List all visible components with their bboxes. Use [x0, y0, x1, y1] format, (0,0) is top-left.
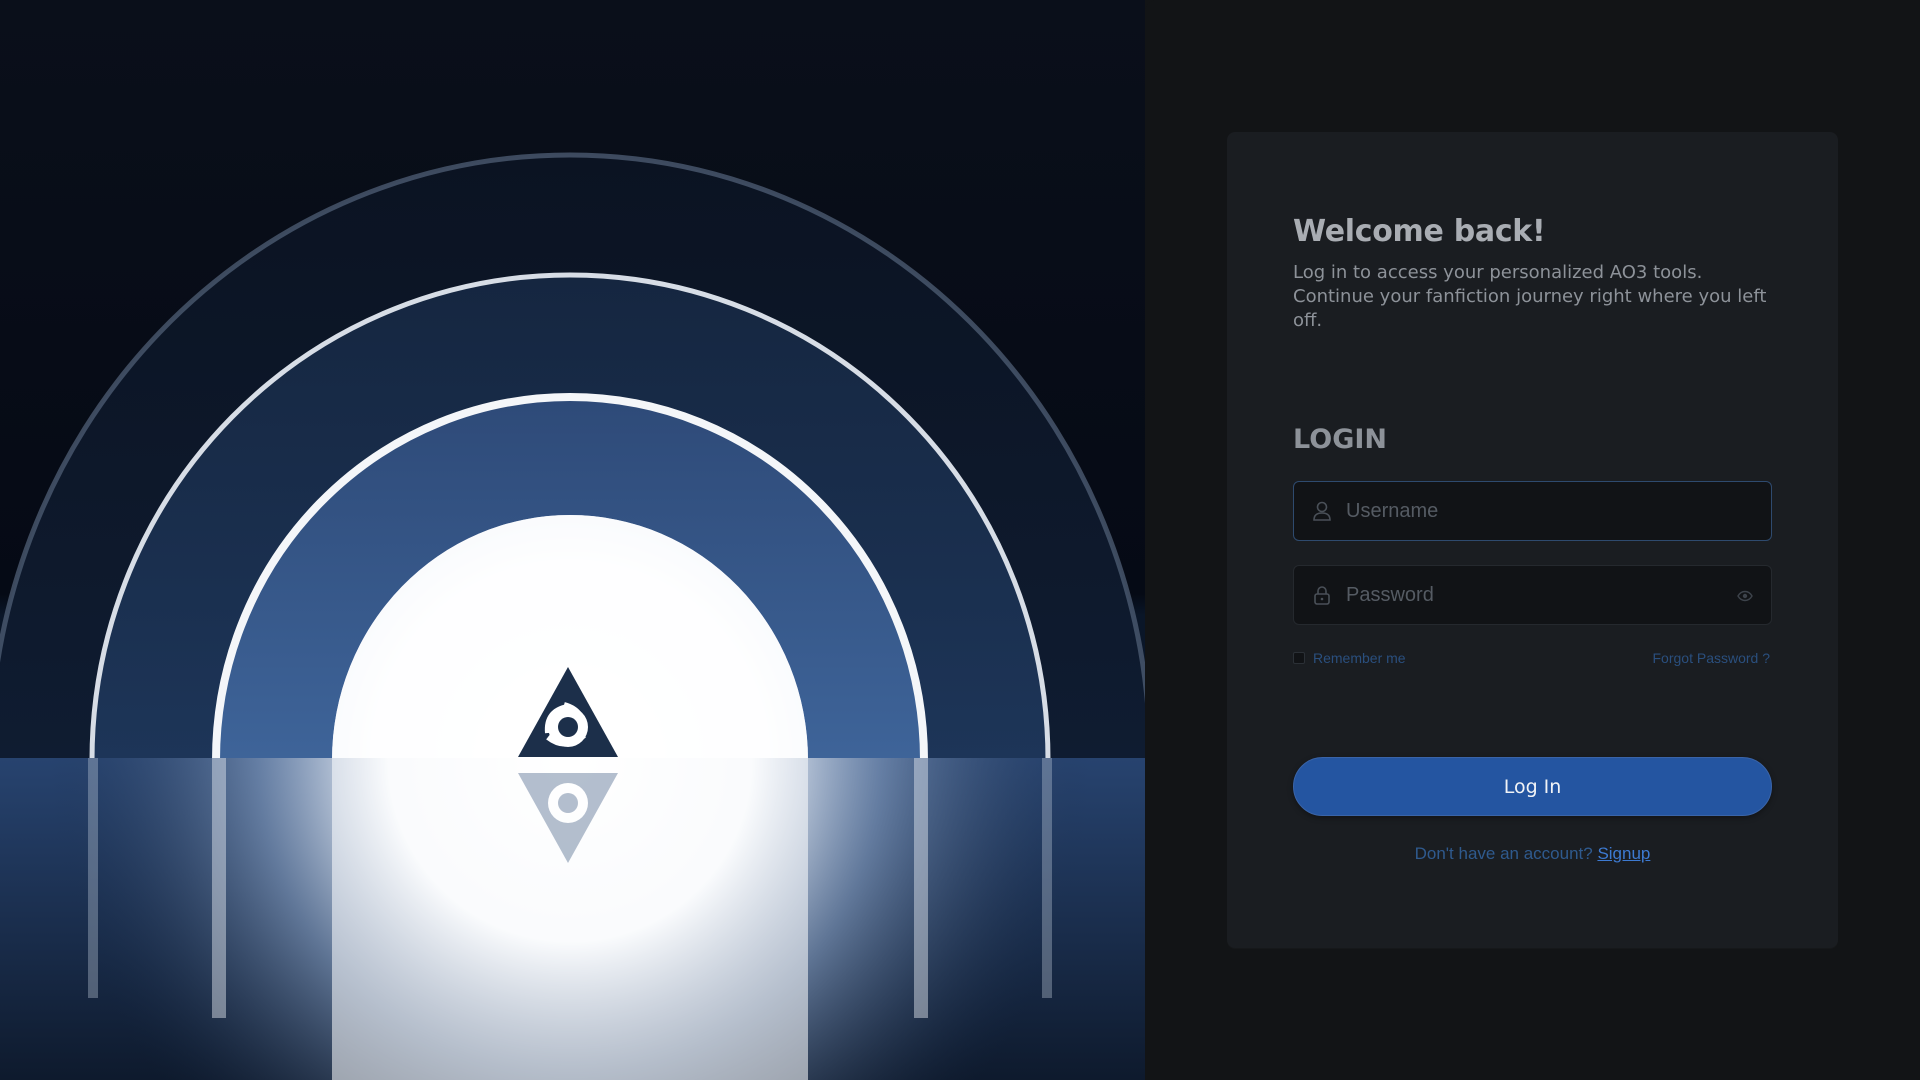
- remember-me-checkbox[interactable]: [1293, 652, 1305, 664]
- user-icon: [1313, 501, 1331, 521]
- username-field[interactable]: [1293, 481, 1772, 541]
- username-input[interactable]: [1344, 482, 1724, 540]
- login-panel: Welcome back! Log in to access your pers…: [1145, 0, 1920, 1080]
- remember-me-label: Remember me: [1313, 650, 1406, 666]
- welcome-subtitle: Log in to access your personalized AO3 t…: [1293, 262, 1767, 331]
- signup-prompt-text: Don't have an account?: [1414, 844, 1593, 863]
- lock-icon: [1314, 586, 1330, 605]
- login-card: Welcome back! Log in to access your pers…: [1227, 132, 1838, 948]
- login-button[interactable]: Log In: [1293, 757, 1772, 816]
- forgot-password-link[interactable]: Forgot Password ?: [1653, 650, 1771, 666]
- password-field[interactable]: [1293, 565, 1772, 625]
- welcome-title: Welcome back!: [1293, 214, 1546, 249]
- hero-illustration: [0, 0, 1145, 1080]
- signup-prompt: Don't have an account? Signup: [1293, 844, 1772, 864]
- remember-me[interactable]: Remember me: [1293, 650, 1406, 666]
- password-input[interactable]: [1344, 566, 1724, 624]
- login-heading: LOGIN: [1293, 424, 1387, 455]
- signup-link[interactable]: Signup: [1597, 844, 1650, 863]
- eye-icon[interactable]: [1737, 588, 1753, 604]
- hero-arches-graphic: [0, 152, 1145, 1080]
